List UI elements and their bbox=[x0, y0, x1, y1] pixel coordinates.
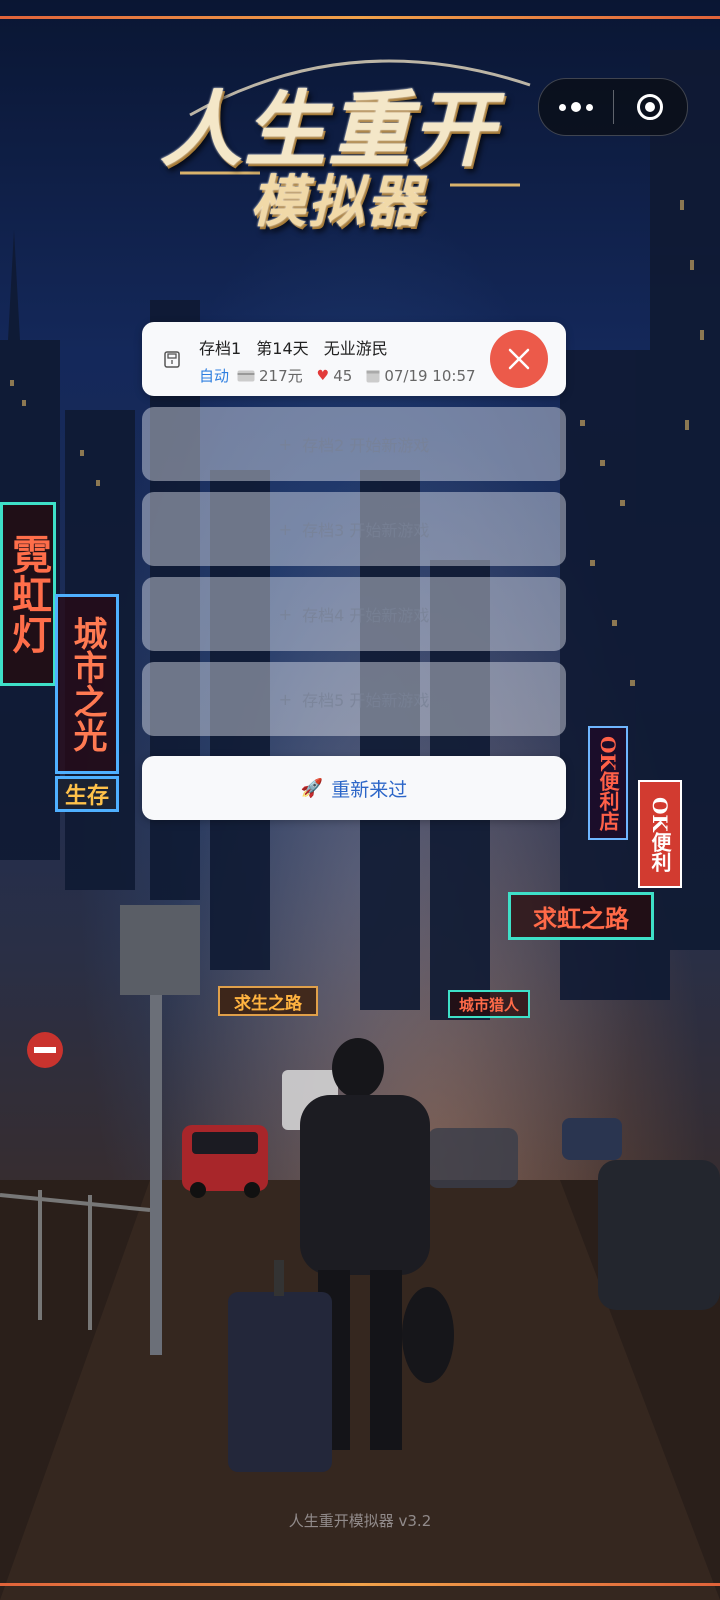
plus-icon: + bbox=[278, 519, 293, 539]
rocket-icon: 🚀 bbox=[300, 777, 324, 799]
neon-sign-survival-road: 求生之路 bbox=[218, 986, 318, 1016]
save-slot-meta: 自动 217元 ♥ 45 07/19 10:57 bbox=[199, 365, 490, 386]
restart-button[interactable]: 🚀 重新来过 bbox=[142, 756, 566, 820]
new-game-label: 存档5 开始新游戏 bbox=[302, 691, 430, 710]
bottom-accent-line bbox=[0, 1583, 720, 1586]
save-time: 07/19 10:57 bbox=[384, 366, 476, 385]
save-slot-label: 存档1 bbox=[199, 339, 242, 358]
top-accent-line bbox=[0, 16, 720, 19]
neon-sign-ok-store: OK便利店 bbox=[588, 726, 628, 840]
calendar-icon bbox=[366, 370, 380, 382]
close-icon bbox=[508, 348, 530, 370]
plus-icon: + bbox=[278, 604, 293, 624]
new-game-label: 存档4 开始新游戏 bbox=[302, 606, 430, 625]
save-health: 45 bbox=[333, 366, 353, 385]
delete-save-button[interactable] bbox=[490, 330, 548, 388]
save-slot-3[interactable]: + 存档3 开始新游戏 bbox=[142, 492, 566, 566]
plus-icon: + bbox=[278, 689, 293, 709]
close-miniprogram-button[interactable] bbox=[614, 79, 688, 135]
neon-sign-ok-convenience: OK便利 bbox=[638, 780, 682, 888]
save-slot-1[interactable]: 存档1 第14天 无业游民 自动 217元 ♥ 45 07/19 10:57 bbox=[142, 322, 566, 396]
more-dots-icon bbox=[558, 102, 593, 112]
new-game-label: 存档3 开始新游戏 bbox=[302, 521, 430, 540]
target-circle-icon bbox=[637, 94, 664, 120]
version-footer: 人生重开模拟器 v3.2 bbox=[288, 1512, 432, 1530]
save-day: 第14天 bbox=[256, 339, 309, 358]
neon-sign-city-light: 城市之光 bbox=[55, 594, 119, 774]
neon-sign-rainbow-road: 求虹之路 bbox=[508, 892, 654, 940]
save-slot-5[interactable]: + 存档5 开始新游戏 bbox=[142, 662, 566, 736]
mini-program-capsule bbox=[538, 78, 688, 136]
save-money: 217元 bbox=[259, 367, 303, 385]
more-button[interactable] bbox=[539, 79, 613, 135]
neon-sign-survive: 生存 bbox=[55, 776, 119, 812]
neon-sign-city-hunter: 城市猎人 bbox=[448, 990, 530, 1018]
plus-icon: + bbox=[278, 434, 293, 454]
save-slot-2[interactable]: + 存档2 开始新游戏 bbox=[142, 407, 566, 481]
new-game-label: 存档2 开始新游戏 bbox=[302, 436, 430, 455]
app-logo: 人生重开 模拟器 bbox=[150, 45, 550, 235]
save-file-icon bbox=[164, 351, 180, 368]
card-icon bbox=[237, 370, 255, 381]
save-mode-badge: 自动 bbox=[199, 367, 230, 385]
save-status: 无业游民 bbox=[323, 339, 388, 358]
heart-icon: ♥ bbox=[316, 367, 330, 384]
restart-label: 重新来过 bbox=[331, 778, 408, 801]
logo-title-line2: 模拟器 bbox=[250, 169, 424, 235]
save-slot-title: 存档1 第14天 无业游民 bbox=[199, 335, 398, 359]
save-slot-4[interactable]: + 存档4 开始新游戏 bbox=[142, 577, 566, 651]
neon-sign-neon-lamp: 霓虹灯 bbox=[0, 502, 56, 686]
